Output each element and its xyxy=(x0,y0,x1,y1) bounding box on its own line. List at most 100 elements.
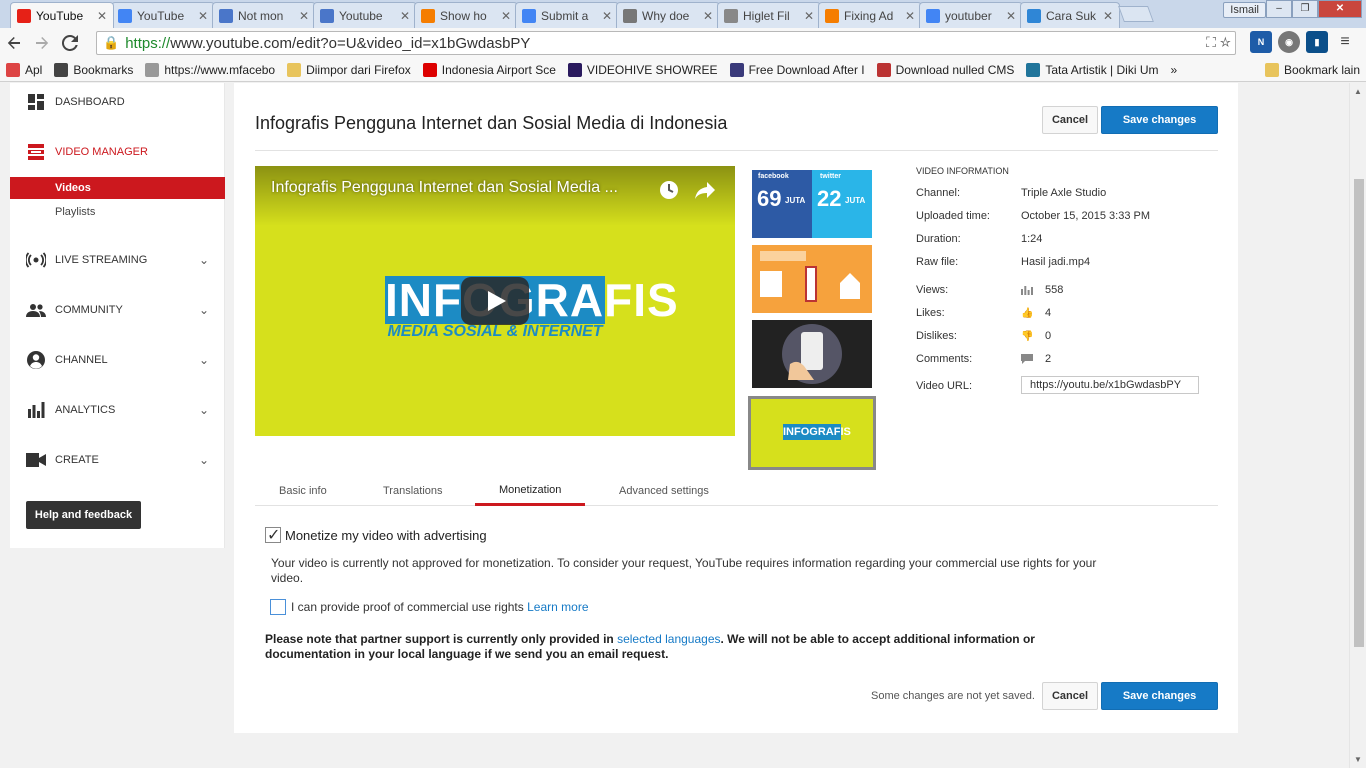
close-tab-icon[interactable]: ✕ xyxy=(602,9,612,23)
close-tab-icon[interactable]: ✕ xyxy=(198,9,208,23)
cancel-button-bottom[interactable]: Cancel xyxy=(1042,682,1098,710)
browser-tab[interactable]: Cara Suk ✕ xyxy=(1020,2,1120,28)
thumbnail-option-1[interactable]: facebook 69 JUTA twitter 22 JUTA xyxy=(752,170,872,238)
folder-icon xyxy=(1264,62,1279,77)
bookmark-item[interactable]: Apl xyxy=(0,59,48,81)
browser-tab[interactable]: YouTube ✕ xyxy=(111,2,215,28)
thumbnail-option-3[interactable] xyxy=(752,320,872,388)
extension-chart-icon[interactable]: ▮ xyxy=(1306,31,1328,53)
close-tab-icon[interactable]: ✕ xyxy=(299,9,309,23)
profile-button[interactable]: Ismail xyxy=(1223,2,1266,18)
save-button[interactable]: Save changes xyxy=(1101,106,1218,134)
close-window-button[interactable]: ✕ xyxy=(1318,0,1362,18)
extension-globe-icon[interactable]: ◉ xyxy=(1278,31,1300,53)
browser-tab[interactable]: YouTube ✕ xyxy=(10,2,114,28)
forward-button[interactable] xyxy=(28,29,56,57)
bookmark-item[interactable]: Free Download After I xyxy=(724,59,871,81)
bookmark-item[interactable]: https://www.mfacebo xyxy=(139,59,281,81)
close-tab-icon[interactable]: ✕ xyxy=(501,9,511,23)
browser-tab[interactable]: Youtube ✕ xyxy=(313,2,417,28)
close-tab-icon[interactable]: ✕ xyxy=(804,9,814,23)
learn-more-link[interactable]: Learn more xyxy=(527,600,588,614)
close-tab-icon[interactable]: ✕ xyxy=(400,9,410,23)
video-player[interactable]: Infografis Pengguna Internet dan Sosial … xyxy=(255,166,735,436)
sidebar-item-analytics[interactable]: ANALYTICS ⌄ xyxy=(10,395,225,425)
thumbnail-logo-text: INFOGRAFIS xyxy=(783,424,851,440)
browser-tab[interactable]: Submit a ✕ xyxy=(515,2,619,28)
star-icon xyxy=(54,62,69,77)
thumbnail-infographic-graphic xyxy=(760,251,860,302)
bookmark-item[interactable]: Indonesia Airport Sce xyxy=(417,59,562,81)
bookmark-item[interactable]: Bookmark lain xyxy=(1259,59,1366,81)
sidebar-item-playlists[interactable]: Playlists xyxy=(10,201,225,223)
scroll-up-icon[interactable]: ▲ xyxy=(1354,87,1362,96)
sidebar-item-video-manager[interactable]: VIDEO MANAGER xyxy=(10,137,225,167)
star-icon[interactable]: ☆ xyxy=(1220,34,1231,50)
minimize-button[interactable]: – xyxy=(1266,0,1292,18)
bookmark-item[interactable]: Bookmarks xyxy=(48,59,139,81)
tab-basic-info[interactable]: Basic info xyxy=(255,476,351,506)
scroll-down-icon[interactable]: ▼ xyxy=(1354,755,1362,764)
page-scrollbar[interactable]: ▲ ▼ xyxy=(1349,83,1366,768)
bookmark-label: VIDEOHIVE SHOWREE xyxy=(586,62,718,77)
thumbnail-facebook-panel: facebook 69 JUTA xyxy=(752,170,812,238)
share-icon[interactable] xyxy=(694,180,716,200)
sidebar-item-channel[interactable]: CHANNEL ⌄ xyxy=(10,345,225,375)
translate-icon[interactable]: ⛶ xyxy=(1206,34,1216,50)
sidebar-item-videos[interactable]: Videos xyxy=(10,177,225,199)
browser-tab[interactable]: Higlet Fil ✕ xyxy=(717,2,821,28)
sidebar-item-live-streaming[interactable]: LIVE STREAMING ⌄ xyxy=(10,245,225,275)
close-tab-icon[interactable]: ✕ xyxy=(905,9,915,23)
selected-languages-link[interactable]: selected languages xyxy=(617,632,720,646)
sidebar-item-dashboard[interactable]: DASHBOARD xyxy=(10,87,225,117)
video-url-field[interactable] xyxy=(1021,376,1199,394)
address-bar[interactable]: 🔒 https://www.youtube.com/edit?o=U&video… xyxy=(96,31,1236,55)
close-tab-icon[interactable]: ✕ xyxy=(1006,9,1016,23)
camera-icon xyxy=(26,450,46,470)
thumbnail-option-4-selected[interactable]: INFOGRAFIS xyxy=(748,396,876,470)
tab-monetization[interactable]: Monetization xyxy=(475,476,586,506)
browser-tab[interactable]: Why doe ✕ xyxy=(616,2,720,28)
bookmark-item[interactable]: Download nulled CMS xyxy=(871,59,1021,81)
sidebar-item-community[interactable]: COMMUNITY ⌄ xyxy=(10,295,225,325)
browser-tab[interactable]: Show ho ✕ xyxy=(414,2,518,28)
save-button-bottom[interactable]: Save changes xyxy=(1101,682,1218,710)
watch-later-icon[interactable] xyxy=(659,180,679,200)
play-icon[interactable] xyxy=(461,277,529,325)
bookmark-item[interactable]: VIDEOHIVE SHOWREE xyxy=(562,59,724,81)
bookmark-item[interactable]: Diimpor dari Firefox xyxy=(281,59,417,81)
monetize-checkbox[interactable] xyxy=(265,525,281,545)
creator-sidebar: DASHBOARD VIDEO MANAGER Videos Playlists… xyxy=(10,83,225,548)
live-streaming-icon xyxy=(26,250,46,270)
new-tab-button[interactable] xyxy=(1118,6,1154,22)
cancel-button[interactable]: Cancel xyxy=(1042,106,1098,134)
chevron-down-icon[interactable]: ⌄ xyxy=(199,303,209,317)
maximize-button[interactable]: ❐ xyxy=(1292,0,1318,18)
back-button[interactable] xyxy=(0,29,28,57)
tab-translations[interactable]: Translations xyxy=(359,476,467,506)
chevron-down-icon[interactable]: ⌄ xyxy=(199,403,209,417)
chevron-down-icon[interactable]: ⌄ xyxy=(199,353,209,367)
scrollbar-thumb[interactable] xyxy=(1354,179,1364,647)
browser-tab[interactable]: youtuber ✕ xyxy=(919,2,1023,28)
chevron-down-icon[interactable]: ⌄ xyxy=(199,253,209,267)
close-tab-icon[interactable]: ✕ xyxy=(1103,9,1113,23)
close-tab-icon[interactable]: ✕ xyxy=(703,9,713,23)
monetize-row: Monetize my video with advertising xyxy=(265,525,487,545)
proof-checkbox[interactable] xyxy=(270,599,286,615)
browser-tab[interactable]: Fixing Ad ✕ xyxy=(818,2,922,28)
tab-advanced-settings[interactable]: Advanced settings xyxy=(595,476,733,506)
menu-icon[interactable]: ≡ xyxy=(1334,31,1356,53)
thumbnail-option-2[interactable] xyxy=(752,245,872,313)
bookmark-item[interactable]: Tata Artistik | Diki Um xyxy=(1020,59,1164,81)
doc-icon xyxy=(219,8,233,23)
bookmark-item[interactable]: » xyxy=(1165,59,1184,81)
sidebar-item-create[interactable]: CREATE ⌄ xyxy=(10,445,225,475)
monetize-label: Monetize my video with advertising xyxy=(285,527,487,543)
reload-button[interactable] xyxy=(56,29,84,57)
chevron-down-icon[interactable]: ⌄ xyxy=(199,453,209,467)
browser-tab[interactable]: Not mon ✕ xyxy=(212,2,316,28)
close-tab-icon[interactable]: ✕ xyxy=(97,9,107,23)
extension-new-icon[interactable]: N xyxy=(1250,31,1272,53)
help-feedback-button[interactable]: Help and feedback xyxy=(26,501,141,529)
